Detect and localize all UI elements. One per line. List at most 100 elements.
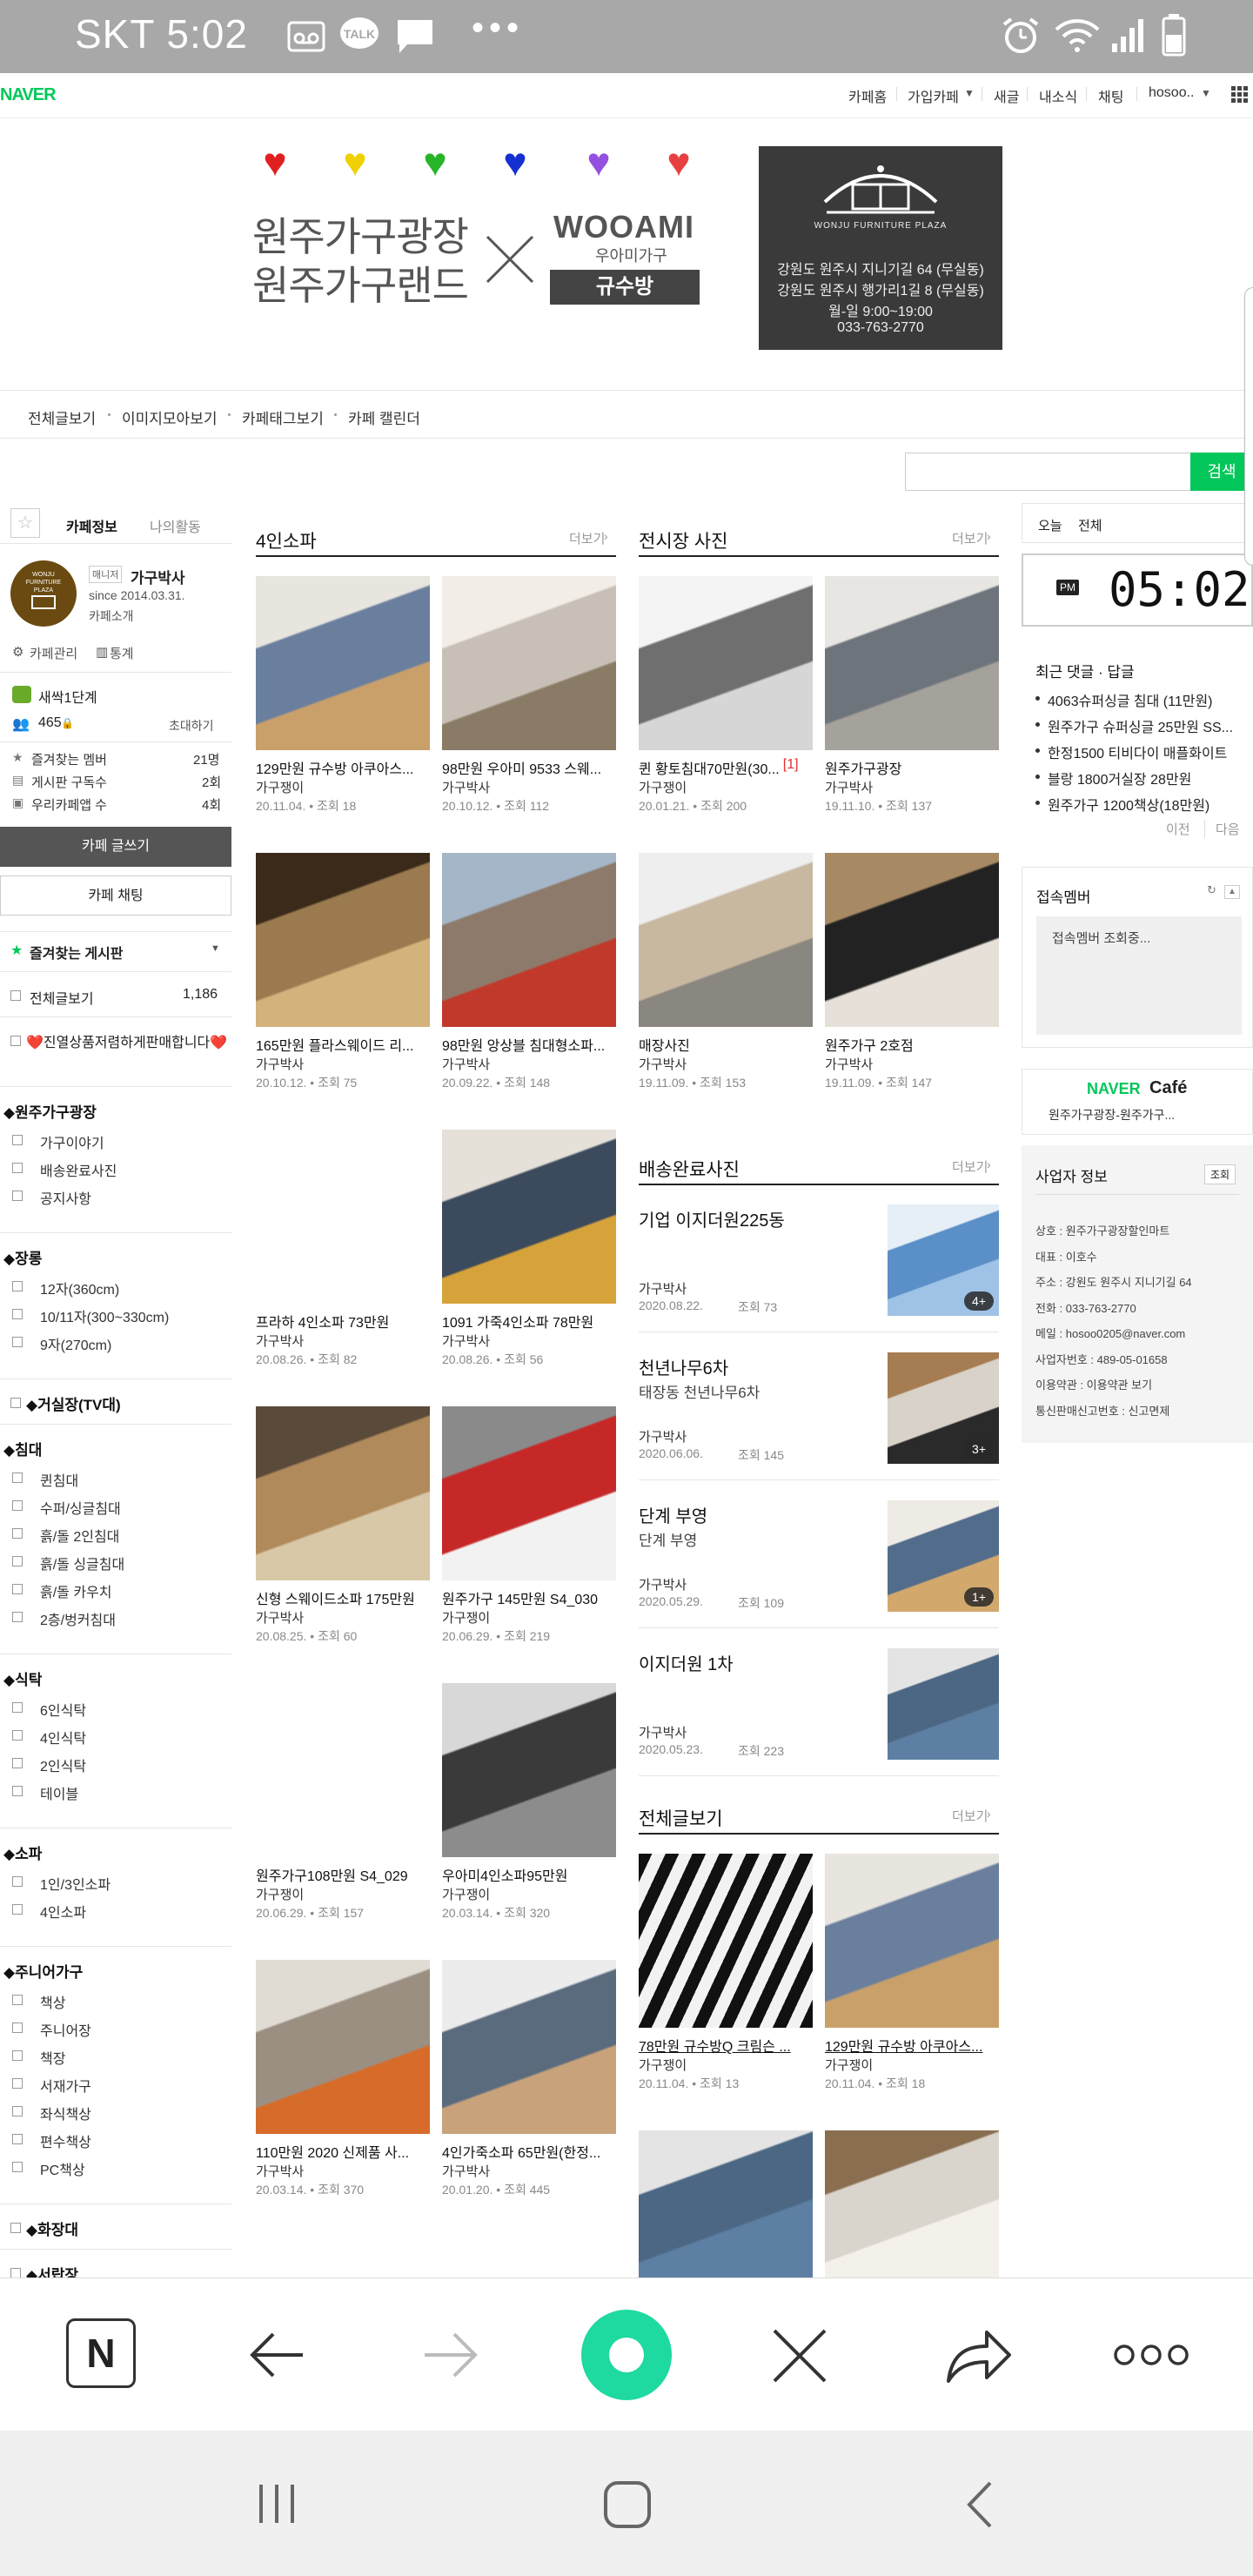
gnb-cafe-home[interactable]: 카페홈: [848, 85, 887, 106]
post-title[interactable]: 98만원 우아미 9533 스웨...: [442, 757, 616, 778]
back-icon[interactable]: [962, 2479, 997, 2530]
board-item[interactable]: 12자(360cm): [40, 1278, 119, 1298]
post-title[interactable]: 퀸 황토침대70만원(30...: [639, 757, 780, 778]
post-title[interactable]: 원주가구108만원 S4_029: [256, 1864, 430, 1885]
allposts-more-link[interactable]: 더보기: [952, 1807, 988, 1825]
menu-tags[interactable]: 카페태그보기: [242, 406, 324, 428]
post-thumbnail[interactable]: [442, 1130, 616, 1304]
post-title[interactable]: 1091 가죽4인소파 78만원: [442, 1311, 616, 1332]
post-title[interactable]: 원주가구광장: [825, 757, 901, 778]
cafe-chat-button[interactable]: 카페 채팅: [0, 875, 231, 916]
showroom-more-link[interactable]: 더보기: [952, 529, 988, 547]
board-item[interactable]: 테이블: [40, 1782, 78, 1803]
board-section-7[interactable]: ◆화장대: [26, 2217, 78, 2239]
write-post-button[interactable]: 카페 글쓰기: [0, 827, 231, 867]
prev-button[interactable]: 이전: [1166, 820, 1190, 838]
post-title[interactable]: 신형 스웨이드소파 175만원: [256, 1587, 430, 1608]
gnb-joined-cafes[interactable]: 가입카페: [908, 85, 959, 106]
showroom-section-title[interactable]: 전시장 사진: [639, 527, 727, 553]
post-author[interactable]: 가구쟁이: [256, 1885, 304, 1903]
board-item[interactable]: 책상: [40, 1991, 65, 2012]
more-options-icon[interactable]: [1112, 2343, 1190, 2367]
delivery-thumbnail[interactable]: 1+: [888, 1500, 999, 1612]
board-item[interactable]: 배송완료사진: [40, 1159, 117, 1180]
sofa-section-title[interactable]: 4인소파: [256, 527, 317, 553]
post-author[interactable]: 가구쟁이: [256, 778, 304, 796]
post-thumbnail[interactable]: [639, 2130, 813, 2278]
post-thumbnail[interactable]: [256, 853, 430, 1027]
post-title[interactable]: 129만원 규수방 아쿠아스...: [256, 757, 430, 778]
star-icon[interactable]: ☆: [10, 508, 40, 538]
post-author[interactable]: 가구박사: [256, 1608, 304, 1627]
post-title[interactable]: 165만원 플라스웨이드 리...: [256, 1034, 430, 1055]
post-title[interactable]: 우아미4인소파95만원: [442, 1864, 616, 1885]
recent-comment-item[interactable]: 한정1500 티비다이 매플화이트: [1048, 741, 1253, 762]
board-item[interactable]: 6인식탁: [40, 1699, 86, 1720]
board-item[interactable]: 9자(270cm): [40, 1333, 111, 1354]
post-title[interactable]: 프라하 4인소파 73만원: [256, 1311, 430, 1332]
menu-image-collection[interactable]: 이미지모아보기: [122, 406, 217, 428]
post-author[interactable]: 가구쟁이: [442, 1608, 490, 1627]
post-title-row[interactable]: 매장사진: [639, 1034, 813, 1055]
forward-arrow-icon[interactable]: [421, 2329, 480, 2381]
stats-link[interactable]: 통계: [110, 644, 134, 662]
green-home-button[interactable]: [581, 2310, 672, 2400]
tab-my-activity[interactable]: 나의활동: [150, 515, 201, 536]
post-author[interactable]: 가구쟁이: [639, 2056, 687, 2074]
naver-cafe-link[interactable]: NAVER Café 원주가구광장-원주가구...: [1022, 1069, 1253, 1135]
delivery-post-title[interactable]: 천년나무6차: [639, 1354, 874, 1379]
invite-link[interactable]: 초대하기: [169, 717, 214, 735]
delivery-section-title[interactable]: 배송완료사진: [639, 1156, 740, 1182]
board-item[interactable]: 1인/3인소파: [40, 1873, 111, 1894]
post-title[interactable]: 129만원 규수방 아쿠아스...: [825, 2035, 999, 2056]
cafe-manage-link[interactable]: 카페관리: [30, 644, 77, 662]
delivery-thumbnail[interactable]: 4+: [888, 1204, 999, 1316]
post-title[interactable]: 원주가구 145만원 S4_030: [442, 1587, 616, 1608]
post-thumbnail[interactable]: [639, 1854, 813, 2028]
delivery-thumbnail[interactable]: 3+: [888, 1352, 999, 1464]
post-author[interactable]: 가구박사: [825, 1055, 873, 1073]
delivery-thumbnail[interactable]: [888, 1648, 999, 1760]
post-title-row[interactable]: 퀸 황토침대70만원(30... [1]: [639, 757, 813, 778]
board-item[interactable]: 흙/돌 싱글침대: [40, 1553, 124, 1573]
delivery-post-title[interactable]: 단계 부영: [639, 1502, 874, 1527]
board-item[interactable]: 퀸침대: [40, 1469, 78, 1490]
post-title[interactable]: 98만원 앙상블 침대형소파...: [442, 1034, 616, 1055]
delivery-post-title[interactable]: 기업 이지더원225동: [639, 1206, 874, 1231]
board-item[interactable]: 좌식책상: [40, 2103, 91, 2123]
manager-name[interactable]: 가구박사: [131, 566, 185, 587]
board-item[interactable]: 10/11자(300~330cm): [40, 1305, 169, 1326]
post-author[interactable]: 가구쟁이: [639, 778, 687, 796]
post-thumbnail[interactable]: [825, 1854, 999, 2028]
post-title[interactable]: 78만원 규수방Q 크림슨 ...: [639, 2035, 813, 2056]
post-title[interactable]: 4인가죽소파 65만원(한정...: [442, 2141, 616, 2162]
post-author[interactable]: 가구박사: [442, 778, 490, 796]
post-thumbnail[interactable]: [256, 1406, 430, 1580]
post-title[interactable]: 원주가구 2호점: [825, 1034, 914, 1055]
post-author[interactable]: 가구박사: [442, 1332, 490, 1350]
home-icon[interactable]: [602, 2479, 653, 2530]
post-thumbnail[interactable]: [825, 853, 999, 1027]
post-author[interactable]: 가구박사: [442, 1055, 490, 1073]
edge-panel-handle[interactable]: [1244, 287, 1253, 566]
post-author[interactable]: 가구쟁이: [442, 1885, 490, 1903]
board-item[interactable]: 편수책상: [40, 2130, 91, 2151]
delivery-more-link[interactable]: 더보기: [952, 1157, 988, 1176]
post-thumbnail[interactable]: [442, 853, 616, 1027]
apps-grid-icon[interactable]: [1230, 85, 1250, 104]
tab-today[interactable]: 오늘: [1038, 516, 1062, 534]
cafe-intro-link[interactable]: 카페소개: [89, 607, 134, 625]
gnb-user-menu[interactable]: hosoo..: [1149, 85, 1194, 101]
business-info-line[interactable]: 이용약관 : 이용약관 보기: [1035, 1376, 1248, 1392]
post-title[interactable]: 110만원 2020 신제품 사...: [256, 2141, 430, 2162]
tab-cafe-info[interactable]: 카페정보: [66, 515, 117, 536]
business-lookup-button[interactable]: 조회: [1204, 1164, 1236, 1184]
post-thumbnail[interactable]: [442, 1960, 616, 2134]
board-item[interactable]: 2인식탁: [40, 1754, 86, 1775]
cafe-avatar[interactable]: WONJU FURNITURE PLAZA: [10, 560, 77, 627]
post-author[interactable]: 가구박사: [639, 1723, 687, 1741]
post-title[interactable]: 매장사진: [639, 1034, 690, 1055]
share-icon[interactable]: [943, 2325, 1013, 2385]
post-author[interactable]: 가구박사: [639, 1055, 687, 1073]
notice-board-link[interactable]: ❤️진열상품저렴하게판매합니다❤️: [26, 1030, 231, 1057]
